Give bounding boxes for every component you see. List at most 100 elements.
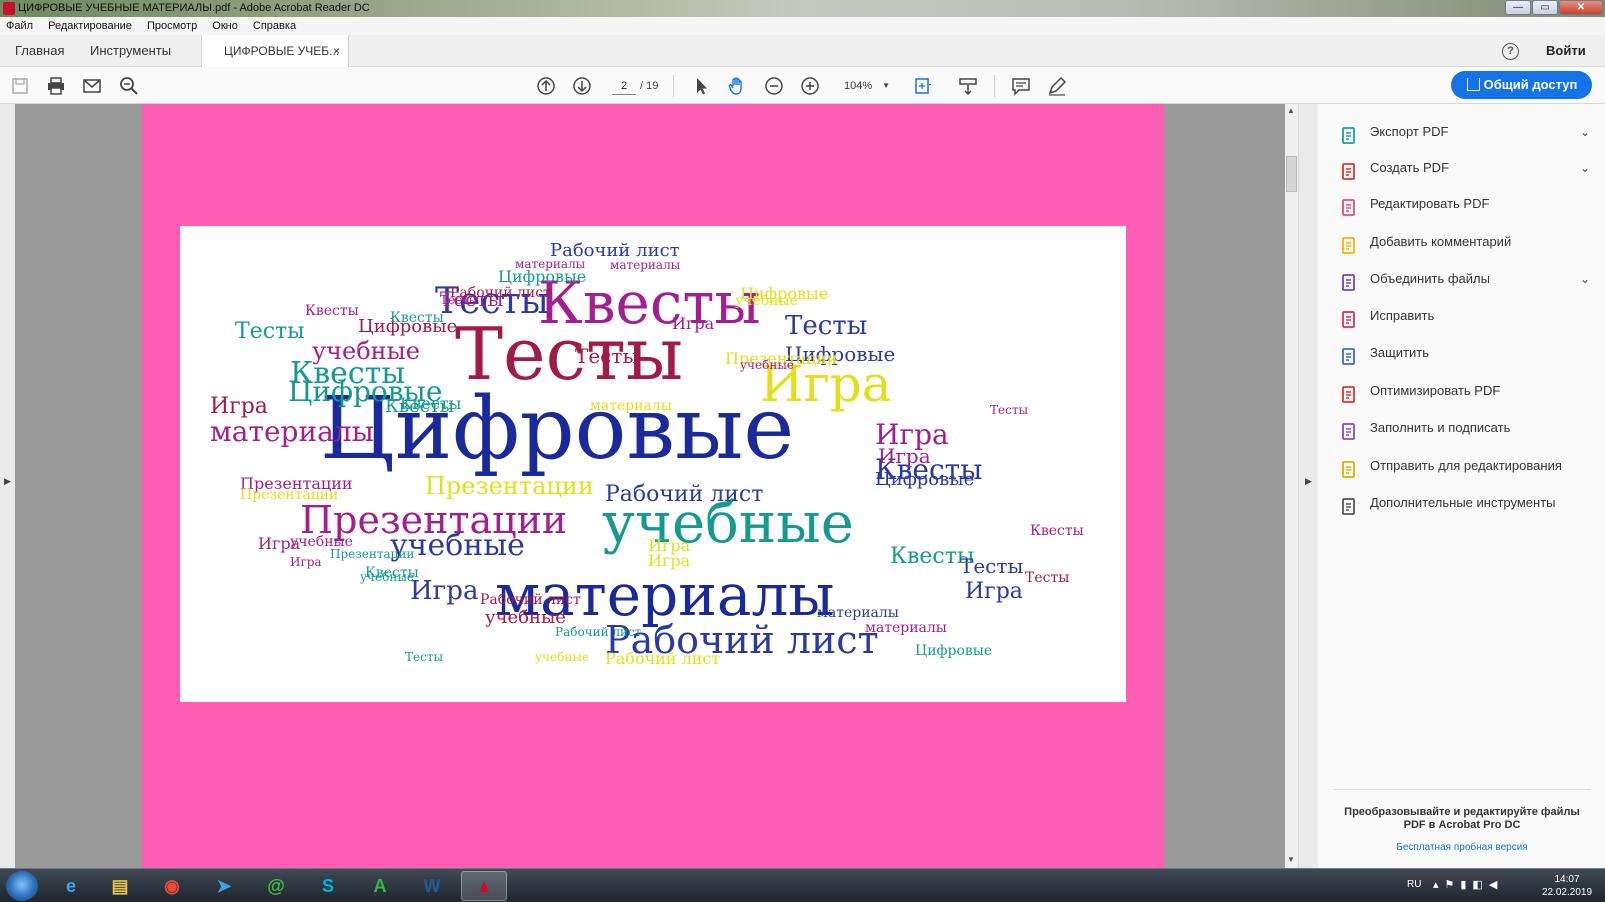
zoom-in-icon[interactable]	[799, 75, 821, 97]
login-button[interactable]: Войти	[1546, 35, 1586, 67]
tool-label: Защитить	[1370, 345, 1429, 360]
trial-link[interactable]: Бесплатная пробная версия	[1333, 842, 1591, 853]
prev-page-icon[interactable]	[535, 75, 557, 97]
window-title: ЦИФРОВЫЕ УЧЕБНЫЕ МАТЕРИАЛЫ.pdf - Adobe A…	[18, 2, 370, 14]
tool-label: Дополнительные инструменты	[1370, 495, 1556, 510]
word-cloud-word: Тесты	[575, 344, 639, 368]
right-pane-toggle[interactable]: ▶	[1298, 104, 1318, 868]
word-cloud-word: материалы	[515, 257, 586, 271]
clock-date: 22.02.2019	[1541, 887, 1593, 898]
word-cloud-word: материалы	[610, 258, 681, 272]
taskbar-acrobat-icon[interactable]: ▲	[461, 871, 507, 901]
chevron-down-icon[interactable]: ⌄	[1580, 261, 1590, 297]
menu-help[interactable]: Справка	[247, 17, 302, 35]
word-cloud-image: Цифровые Тесты Квесты Игра учебные материалы Р…	[180, 226, 1126, 702]
word-cloud-word: материалы	[865, 620, 947, 636]
word-cloud-word: Тесты	[960, 554, 1024, 578]
menu-window[interactable]: Окно	[206, 17, 244, 35]
left-pane-toggle[interactable]: ▶	[0, 104, 15, 868]
combine-files-icon	[1340, 270, 1358, 291]
tool-item[interactable]: Редактировать PDF	[1340, 186, 1600, 222]
promo-divider	[1333, 789, 1591, 790]
help-icon[interactable]: ?	[1502, 43, 1519, 60]
pdf-page: Цифровые Тесты Квесты Игра учебные материалы Р…	[142, 104, 1164, 868]
scroll-thumb[interactable]	[1286, 156, 1297, 192]
tool-label: Редактировать PDF	[1370, 196, 1490, 211]
fix-icon	[1340, 307, 1358, 328]
taskbar-chrome-icon[interactable]: ◉	[149, 871, 195, 901]
menu-file[interactable]: Файл	[0, 17, 39, 35]
comment-icon[interactable]	[1010, 75, 1032, 97]
taskbar-telegram-icon[interactable]: ➤	[201, 871, 247, 901]
chevron-down-icon: ▼	[882, 81, 890, 90]
tool-item[interactable]: Защитить	[1340, 335, 1600, 371]
send-review-icon	[1340, 457, 1358, 478]
chevron-down-icon[interactable]: ⌄	[1580, 150, 1590, 186]
vertical-scrollbar[interactable]: ▲ ▼	[1285, 104, 1298, 868]
save-icon[interactable]	[9, 75, 31, 97]
collapse-right-icon: ▶	[1305, 476, 1312, 486]
start-button[interactable]	[6, 871, 38, 901]
tab-document[interactable]: ЦИФРОВЫЕ УЧЕБ... ×	[201, 35, 349, 68]
word-cloud-word: Цифровые	[498, 267, 587, 286]
edit-pdf-icon	[1340, 195, 1358, 216]
scroll-up-icon[interactable]: ▲	[1287, 106, 1295, 115]
word-cloud-word: Тесты	[990, 403, 1029, 417]
tool-item[interactable]: Объединить файлы ⌄	[1340, 261, 1600, 297]
taskbar-word-icon[interactable]: W	[409, 871, 455, 901]
comment-icon	[1340, 233, 1358, 254]
share-button-label: Общий доступ	[1483, 77, 1578, 92]
menu-view[interactable]: Просмотр	[141, 17, 203, 35]
title-bar: ЦИФРОВЫЕ УЧЕБНЫЕ МАТЕРИАЛЫ.pdf - Adobe A…	[0, 0, 1605, 17]
close-window-button[interactable]: ✕	[1559, 0, 1603, 15]
clock[interactable]: 14:07 22.02.2019	[1532, 873, 1602, 899]
tab-tools[interactable]: Инструменты	[90, 35, 171, 67]
taskbar-app-a-icon[interactable]: A	[357, 871, 403, 901]
tool-item[interactable]: Добавить комментарий	[1340, 224, 1600, 260]
word-cloud-word: Рабочий лист	[480, 592, 581, 608]
close-tab-icon[interactable]: ×	[333, 35, 340, 67]
print-icon[interactable]	[45, 75, 67, 97]
document-viewport[interactable]: ▶ Цифровые Тесты Квесты Игра учебные материал…	[0, 104, 1298, 868]
tool-item[interactable]: Дополнительные инструменты	[1340, 485, 1600, 521]
expand-left-icon: ▶	[4, 476, 11, 486]
page-number-input[interactable]	[612, 77, 636, 95]
search-icon[interactable]	[118, 75, 140, 97]
word-cloud-word: Квесты	[1030, 523, 1084, 539]
zoom-level-select[interactable]: 104% ▼	[836, 76, 894, 96]
tool-item[interactable]: Экспорт PDF ⌄	[1340, 114, 1600, 150]
maximize-button[interactable]: ▭	[1532, 0, 1558, 15]
hand-icon[interactable]	[726, 75, 748, 97]
taskbar-ie-icon[interactable]: e	[48, 871, 94, 901]
scroll-mode-icon[interactable]	[957, 75, 979, 97]
tool-item[interactable]: Исправить	[1340, 298, 1600, 334]
tool-label: Экспорт PDF	[1370, 124, 1449, 139]
menu-edit[interactable]: Редактирование	[42, 17, 138, 35]
system-tray-icons[interactable]: ▴⚑▮◧◀	[1433, 878, 1503, 891]
tool-item[interactable]: Заполнить и подписать	[1340, 410, 1600, 446]
pen-icon[interactable]	[1046, 75, 1068, 97]
tab-home[interactable]: Главная	[15, 35, 64, 67]
tools-panel: Преобразовывайте и редактируйте файлы PD…	[1318, 104, 1605, 868]
chevron-down-icon[interactable]: ⌄	[1580, 114, 1590, 150]
optimize-pdf-icon	[1340, 382, 1358, 403]
tool-label: Добавить комментарий	[1370, 234, 1512, 249]
scroll-down-icon[interactable]: ▼	[1287, 855, 1295, 864]
share-button[interactable]: Общий доступ	[1451, 71, 1592, 99]
mail-icon[interactable]	[81, 75, 103, 97]
word-cloud-word: Тесты	[405, 650, 444, 664]
clock-time: 14:07	[1554, 874, 1580, 885]
minimize-button[interactable]: —	[1505, 0, 1531, 15]
word-cloud-word: Квесты	[365, 565, 419, 581]
taskbar-agent-icon[interactable]: @	[253, 871, 299, 901]
next-page-icon[interactable]	[571, 75, 593, 97]
pointer-icon[interactable]	[690, 75, 712, 97]
tool-item[interactable]: Создать PDF ⌄	[1340, 150, 1600, 186]
language-indicator[interactable]: RU	[1407, 879, 1421, 890]
tool-item[interactable]: Отправить для редактирования	[1340, 448, 1600, 484]
taskbar-skype-icon[interactable]: S	[305, 871, 351, 901]
zoom-out-icon[interactable]	[763, 75, 785, 97]
tool-item[interactable]: Оптимизировать PDF	[1340, 373, 1600, 409]
fit-page-icon[interactable]	[912, 75, 934, 97]
taskbar-explorer-icon[interactable]: ▤	[97, 871, 143, 901]
